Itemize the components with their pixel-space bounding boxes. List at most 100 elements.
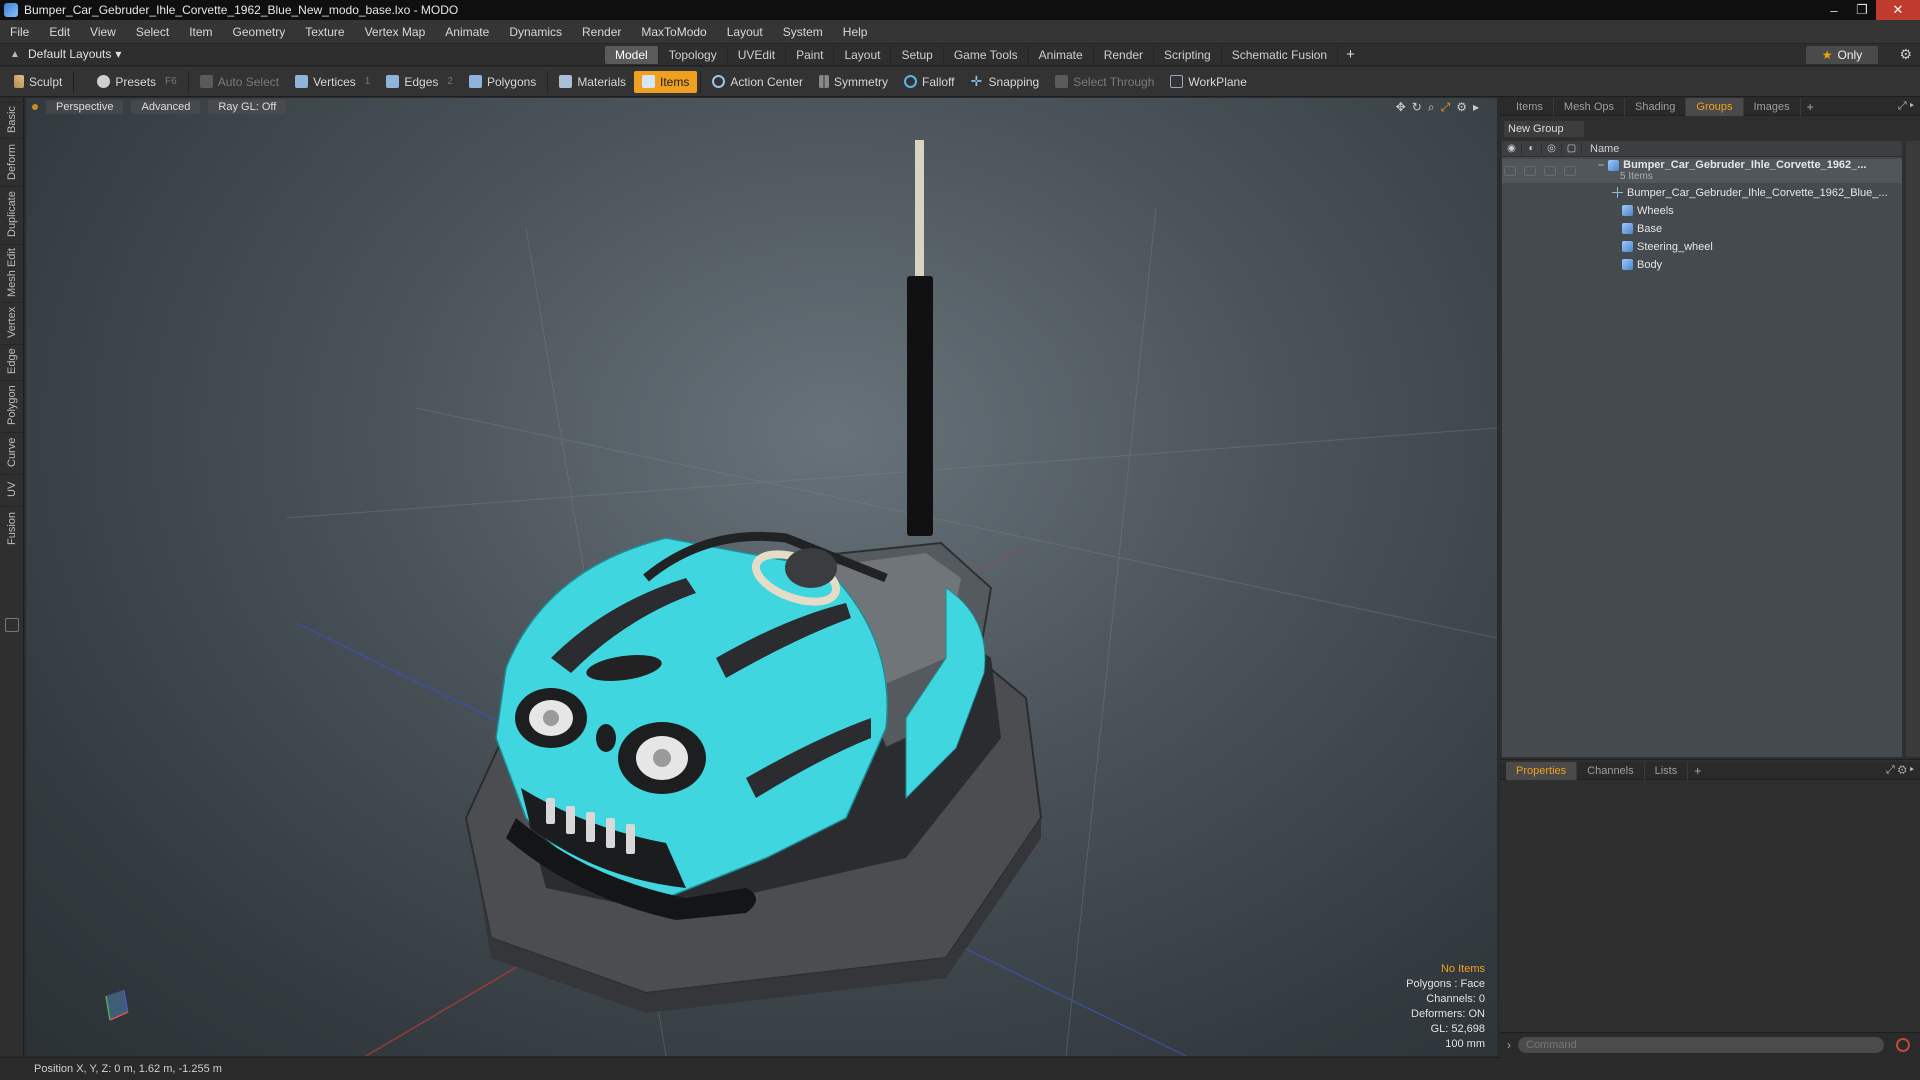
snapping-button[interactable]: ✛ Snapping [963, 71, 1048, 93]
viewport-menu-dot-icon[interactable] [32, 104, 38, 110]
vtab-basic[interactable]: Basic [2, 102, 22, 136]
workplane-button[interactable]: WorkPlane [1162, 71, 1254, 93]
menu-dynamics[interactable]: Dynamics [499, 25, 572, 39]
tab-images[interactable]: Images [1744, 97, 1801, 116]
viewport-settings-gear-icon[interactable]: ⚙ [1456, 100, 1467, 115]
vtab-fusion[interactable]: Fusion [2, 506, 22, 550]
render-toggle-icon[interactable]: ◐ [1522, 143, 1542, 154]
tree-item-body[interactable]: Body [1502, 257, 1902, 272]
name-column-header[interactable]: Name [1582, 143, 1619, 155]
vtab-edge[interactable]: Edge [2, 344, 22, 378]
rotate-icon[interactable]: ↻ [1412, 100, 1422, 115]
tab-schematic-fusion[interactable]: Schematic Fusion [1222, 46, 1339, 64]
tab-mesh-ops[interactable]: Mesh Ops [1554, 97, 1626, 116]
tree-root-row[interactable]: – Bumper_Car_Gebruder_Ihle_Corvette_1962… [1502, 159, 1902, 183]
menu-edit[interactable]: Edit [39, 25, 80, 39]
tree-item-locator[interactable]: Bumper_Car_Gebruder_Ihle_Corvette_1962_B… [1502, 185, 1902, 200]
vtab-mesh-edit[interactable]: Mesh Edit [2, 244, 22, 300]
advanced-button[interactable]: Advanced [131, 100, 201, 114]
presets-button[interactable]: Presets F6 [89, 71, 184, 93]
projection-button[interactable]: Perspective [46, 100, 124, 114]
vtab-deform[interactable]: Deform [2, 138, 22, 184]
select-toggle[interactable] [1564, 166, 1576, 176]
tab-shading[interactable]: Shading [1625, 97, 1687, 116]
add-panel-tab-plus-icon[interactable]: + [1801, 100, 1814, 114]
vtab-uv[interactable]: UV [2, 474, 22, 504]
eye-toggle-icon[interactable] [1504, 166, 1516, 176]
tab-properties[interactable]: Properties [1506, 761, 1578, 780]
gear-icon[interactable]: ⚙ [1899, 46, 1912, 63]
tab-topology[interactable]: Topology [659, 46, 728, 64]
render-toggle[interactable] [1524, 166, 1536, 176]
tab-setup[interactable]: Setup [891, 46, 944, 64]
groups-scrollbar[interactable] [1906, 141, 1920, 757]
sculpt-button[interactable]: Sculpt [6, 71, 70, 93]
falloff-button[interactable]: Falloff [896, 71, 962, 93]
maximize-button[interactable]: ❐ [1848, 0, 1876, 20]
menu-help[interactable]: Help [833, 25, 878, 39]
minimize-button[interactable]: ‒ [1820, 0, 1848, 20]
symmetry-button[interactable]: Symmetry [811, 71, 896, 93]
tab-channels[interactable]: Channels [1577, 761, 1645, 780]
menu-layout[interactable]: Layout [717, 25, 773, 39]
menu-file[interactable]: File [0, 25, 39, 39]
panel-expand-icon[interactable]: ⤢ ▸ [1898, 100, 1914, 113]
tab-items[interactable]: Items [1506, 97, 1554, 116]
menu-view[interactable]: View [80, 25, 126, 39]
3d-viewport[interactable]: Perspective Advanced Ray GL: Off ✥ ↻ ⌕ ⤢… [26, 98, 1497, 1056]
menu-system[interactable]: System [773, 25, 833, 39]
properties-panel-expand-icon[interactable]: ⤢ ⚙ ▸ [1886, 764, 1914, 777]
menu-select[interactable]: Select [126, 25, 179, 39]
command-input[interactable] [1518, 1036, 1884, 1053]
vtab-vertex[interactable]: Vertex [2, 302, 22, 342]
tab-animate[interactable]: Animate [1029, 46, 1094, 64]
auto-select-button[interactable]: Auto Select [192, 71, 287, 93]
tab-model[interactable]: Model [605, 46, 659, 64]
maximize-viewport-icon[interactable]: ⤢ [1441, 100, 1451, 115]
edges-button[interactable]: Edges 2 [378, 71, 461, 93]
items-button[interactable]: Items [634, 70, 698, 93]
menu-texture[interactable]: Texture [295, 25, 354, 39]
layout-selector[interactable]: ▲ Default Layouts ▾ [10, 47, 121, 61]
raygl-button[interactable]: Ray GL: Off [208, 100, 287, 114]
viewport-arrow-right-icon[interactable]: ▸ [1473, 100, 1479, 115]
vtab-duplicate[interactable]: Duplicate [2, 186, 22, 242]
menu-render[interactable]: Render [572, 25, 631, 39]
zoom-icon[interactable]: ⌕ [1428, 100, 1435, 115]
record-macro-icon[interactable] [1896, 1037, 1910, 1052]
menu-maxtomodo[interactable]: MaxToModo [631, 25, 716, 39]
vtab-polygon[interactable]: Polygon [2, 380, 22, 430]
add-tab-plus-icon[interactable]: + [1346, 46, 1355, 64]
menu-vertex-map[interactable]: Vertex Map [355, 25, 436, 39]
tab-uvedit[interactable]: UVEdit [728, 46, 787, 64]
select-toggle-icon[interactable]: ▢ [1562, 143, 1582, 154]
new-group-button[interactable]: New Group [1504, 121, 1584, 137]
tree-item-base[interactable]: Base [1502, 221, 1902, 236]
lock-toggle[interactable] [1544, 166, 1556, 176]
pan-icon[interactable]: ✥ [1396, 100, 1406, 115]
tab-layout[interactable]: Layout [834, 46, 892, 64]
tab-scripting[interactable]: Scripting [1154, 46, 1222, 64]
tab-groups[interactable]: Groups [1686, 97, 1744, 116]
tab-lists[interactable]: Lists [1645, 761, 1689, 780]
menu-item[interactable]: Item [179, 25, 222, 39]
eye-icon[interactable]: ◉ [1502, 143, 1522, 154]
materials-button[interactable]: Materials [551, 71, 634, 93]
menu-animate[interactable]: Animate [435, 25, 499, 39]
only-toggle-button[interactable]: ★ Only [1806, 46, 1878, 64]
vtab-curve[interactable]: Curve [2, 432, 22, 472]
select-through-button[interactable]: Select Through [1047, 71, 1162, 93]
action-center-button[interactable]: Action Center [704, 71, 811, 93]
menu-geometry[interactable]: Geometry [223, 25, 296, 39]
add-properties-tab-plus-icon[interactable]: + [1688, 764, 1701, 778]
tab-paint[interactable]: Paint [786, 46, 835, 64]
polygons-button[interactable]: Polygons [461, 71, 544, 93]
vertices-button[interactable]: Vertices 1 [287, 71, 378, 93]
tab-render[interactable]: Render [1094, 46, 1155, 64]
tab-game-tools[interactable]: Game Tools [944, 46, 1029, 64]
tree-item-steering-wheel[interactable]: Steering_wheel [1502, 239, 1902, 254]
tree-item-wheels[interactable]: Wheels [1502, 203, 1902, 218]
close-button[interactable]: ✕ [1876, 0, 1920, 20]
panel-toggle-icon[interactable] [5, 618, 19, 632]
lock-icon[interactable]: ◎ [1542, 143, 1562, 154]
